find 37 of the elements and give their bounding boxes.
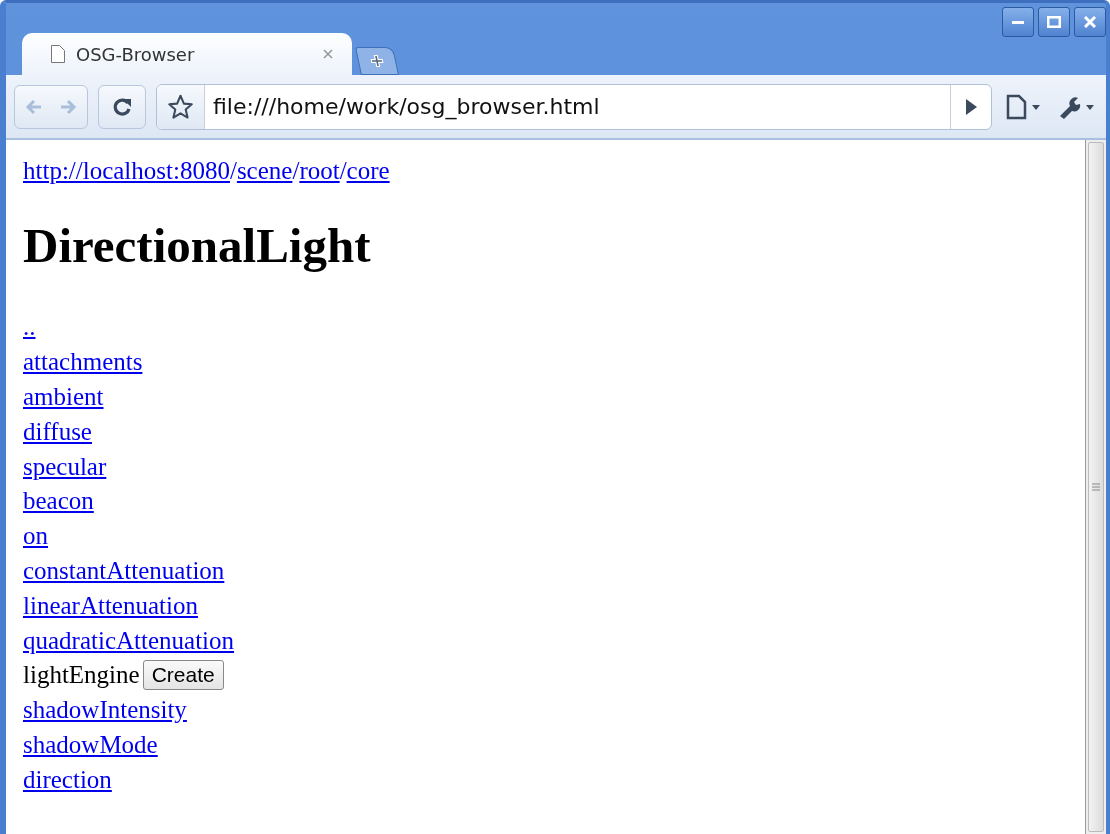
field-link[interactable]: linearAttenuation: [23, 591, 198, 620]
field-link[interactable]: shadowIntensity: [23, 696, 187, 725]
field-link[interactable]: quadraticAttenuation: [23, 626, 235, 655]
field-link[interactable]: attachments: [23, 348, 143, 377]
page-heading: DirectionalLight: [23, 218, 372, 274]
breadcrumb-separator: /: [339, 157, 347, 184]
field-link[interactable]: direction: [23, 765, 112, 794]
new-tab-button[interactable]: [355, 47, 399, 75]
browser-tab[interactable]: OSG-Browser: [22, 33, 352, 75]
field-link[interactable]: ..: [23, 313, 36, 342]
minimize-button[interactable]: [1002, 7, 1034, 37]
field-label: lightEngine: [23, 661, 140, 690]
grip-icon: [1091, 482, 1101, 492]
address-bar[interactable]: file:///home/work/osg_browser.html: [156, 83, 992, 130]
field-link[interactable]: shadowMode: [23, 730, 158, 759]
maximize-icon: [1047, 16, 1061, 28]
minimize-icon: [1012, 20, 1024, 24]
url-text: file:///home/work/osg_browser.html: [212, 94, 601, 119]
close-button[interactable]: [1074, 7, 1106, 37]
field-link[interactable]: constantAttenuation: [23, 556, 225, 585]
breadcrumb-separator: /: [229, 157, 237, 184]
reload-button[interactable]: [98, 84, 146, 129]
breadcrumb-link[interactable]: http://localhost:8080: [23, 157, 230, 184]
maximize-button[interactable]: [1038, 7, 1070, 37]
close-icon: [1084, 16, 1096, 28]
breadcrumb-link[interactable]: core: [346, 157, 390, 184]
field-link[interactable]: diffuse: [23, 417, 92, 446]
page-icon: [50, 44, 66, 64]
field-link[interactable]: on: [23, 522, 48, 551]
breadcrumb-link[interactable]: scene: [236, 157, 293, 184]
breadcrumb-separator: /: [292, 157, 300, 184]
field-link[interactable]: specular: [23, 452, 107, 481]
field-link[interactable]: beacon: [23, 487, 94, 516]
field-link[interactable]: ambient: [23, 383, 104, 411]
create-button[interactable]: Create: [142, 660, 224, 691]
breadcrumb-link[interactable]: root: [299, 157, 340, 184]
close-tab-icon[interactable]: [322, 48, 334, 60]
